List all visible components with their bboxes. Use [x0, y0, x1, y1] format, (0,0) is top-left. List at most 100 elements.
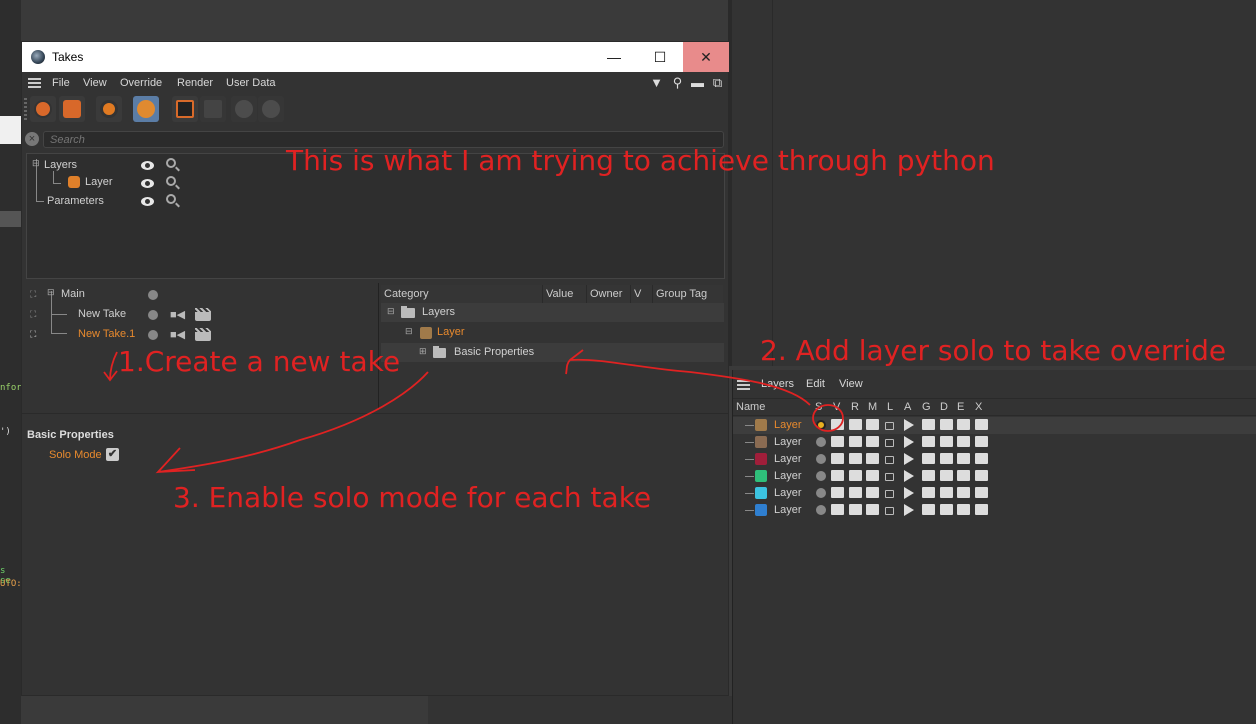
- lock-icon[interactable]: [885, 456, 894, 464]
- render-setting-icon[interactable]: [195, 308, 211, 321]
- override-group-button[interactable]: [133, 96, 159, 122]
- layer-row[interactable]: Layer: [733, 502, 1256, 519]
- render-clapper-icon[interactable]: [849, 453, 862, 464]
- column-render[interactable]: R: [851, 401, 859, 413]
- render-clapper-icon[interactable]: [849, 470, 862, 481]
- expression-icon[interactable]: [957, 504, 970, 515]
- lock-icon[interactable]: [885, 473, 894, 481]
- xref-icon[interactable]: [975, 419, 988, 430]
- filter-icon[interactable]: ▼: [649, 75, 664, 90]
- lock-icon[interactable]: [885, 439, 894, 447]
- layer-color-swatch[interactable]: [755, 487, 767, 499]
- layer-name[interactable]: Layer: [774, 504, 802, 516]
- lm-menu-view[interactable]: View: [839, 378, 863, 390]
- close-button[interactable]: ✕: [683, 42, 729, 72]
- xref-icon[interactable]: [975, 436, 988, 447]
- generator-icon[interactable]: [922, 453, 935, 464]
- column-view[interactable]: V: [833, 401, 840, 413]
- animation-play-icon[interactable]: [904, 504, 914, 516]
- expression-icon[interactable]: [957, 419, 970, 430]
- solo-off-icon[interactable]: [816, 488, 826, 498]
- generator-icon[interactable]: [922, 504, 935, 515]
- xref-icon[interactable]: [975, 453, 988, 464]
- column-animation[interactable]: A: [904, 401, 911, 413]
- collapse-toggle[interactable]: ⊟: [32, 158, 40, 169]
- override-row[interactable]: ⊞ Basic Properties: [381, 343, 724, 362]
- solo-off-icon[interactable]: [816, 471, 826, 481]
- view-eye-icon[interactable]: [831, 487, 844, 498]
- layer-color-swatch[interactable]: [755, 436, 767, 448]
- deformer-icon[interactable]: [940, 504, 953, 515]
- generator-icon[interactable]: [922, 470, 935, 481]
- layer-row[interactable]: Layer: [733, 434, 1256, 451]
- take-active-dot[interactable]: [148, 330, 158, 340]
- take-active-dot[interactable]: [148, 290, 158, 300]
- column-owner[interactable]: Owner: [587, 285, 631, 303]
- minimize-button[interactable]: —: [591, 42, 637, 72]
- solo-on-icon[interactable]: [816, 420, 826, 430]
- column-expressions[interactable]: E: [957, 401, 964, 413]
- layer-row[interactable]: Layer: [733, 468, 1256, 485]
- render-setting-icon[interactable]: [195, 328, 211, 341]
- eye-icon[interactable]: [141, 197, 154, 206]
- override-row[interactable]: ⊟ Layers: [381, 303, 724, 322]
- lm-menu-edit[interactable]: Edit: [806, 378, 825, 390]
- lock-take-button[interactable]: [231, 96, 257, 122]
- animation-play-icon[interactable]: [904, 453, 914, 465]
- take-active-dot[interactable]: [148, 310, 158, 320]
- animation-play-icon[interactable]: [904, 419, 914, 431]
- animation-play-icon[interactable]: [904, 470, 914, 482]
- generator-icon[interactable]: [922, 436, 935, 447]
- lock-icon[interactable]: [885, 422, 894, 430]
- expression-icon[interactable]: [957, 453, 970, 464]
- column-generators[interactable]: G: [922, 401, 931, 413]
- expression-icon[interactable]: [957, 487, 970, 498]
- magnifier-icon[interactable]: [166, 158, 176, 168]
- column-solo[interactable]: S: [815, 401, 822, 413]
- clone-take-button[interactable]: [59, 96, 85, 122]
- generator-icon[interactable]: [922, 419, 935, 430]
- magnifier-icon[interactable]: [166, 176, 176, 186]
- layer-row[interactable]: Layer: [733, 417, 1256, 434]
- column-group-tag[interactable]: Group Tag: [653, 285, 723, 303]
- layer-name[interactable]: Layer: [774, 487, 802, 499]
- animation-play-icon[interactable]: [904, 487, 914, 499]
- take-check-icon[interactable]: ⛶: [30, 309, 36, 320]
- eye-icon[interactable]: [141, 161, 154, 170]
- view-eye-icon[interactable]: [831, 419, 844, 430]
- expression-icon[interactable]: [957, 470, 970, 481]
- column-value[interactable]: Value: [543, 285, 587, 303]
- solo-off-icon[interactable]: [816, 505, 826, 515]
- menu-render[interactable]: Render: [177, 77, 213, 89]
- manager-tree-icon[interactable]: [866, 453, 879, 464]
- layout-icon[interactable]: ▬: [690, 75, 705, 90]
- take-check-icon[interactable]: ⛶: [30, 289, 36, 300]
- deformer-icon[interactable]: [940, 419, 953, 430]
- xref-icon[interactable]: [975, 487, 988, 498]
- menu-view[interactable]: View: [83, 77, 107, 89]
- toolbar-grip[interactable]: [24, 98, 27, 120]
- take-main[interactable]: Main: [61, 288, 85, 300]
- layer-color-swatch[interactable]: [755, 504, 767, 516]
- render-take-button[interactable]: [172, 96, 198, 122]
- menu-file[interactable]: File: [52, 77, 70, 89]
- generator-icon[interactable]: [922, 487, 935, 498]
- clear-search-icon[interactable]: ×: [25, 132, 39, 146]
- search-icon[interactable]: ⚲: [670, 75, 685, 90]
- column-name[interactable]: Name: [736, 401, 765, 413]
- layer-row[interactable]: Layer: [733, 485, 1256, 502]
- solo-off-icon[interactable]: [816, 437, 826, 447]
- animation-play-icon[interactable]: [904, 436, 914, 448]
- view-eye-icon[interactable]: [831, 453, 844, 464]
- collapse-toggle[interactable]: ⊟: [47, 287, 55, 298]
- manager-tree-icon[interactable]: [866, 419, 879, 430]
- take-new-take[interactable]: New Take: [78, 308, 126, 320]
- render-clapper-icon[interactable]: [849, 487, 862, 498]
- eye-icon[interactable]: [141, 179, 154, 188]
- column-xrefs[interactable]: X: [975, 401, 982, 413]
- tree-item-layer[interactable]: Layer: [85, 176, 113, 188]
- deformer-icon[interactable]: [940, 470, 953, 481]
- layer-name[interactable]: Layer: [774, 436, 802, 448]
- view-eye-icon[interactable]: [831, 470, 844, 481]
- manager-tree-icon[interactable]: [866, 487, 879, 498]
